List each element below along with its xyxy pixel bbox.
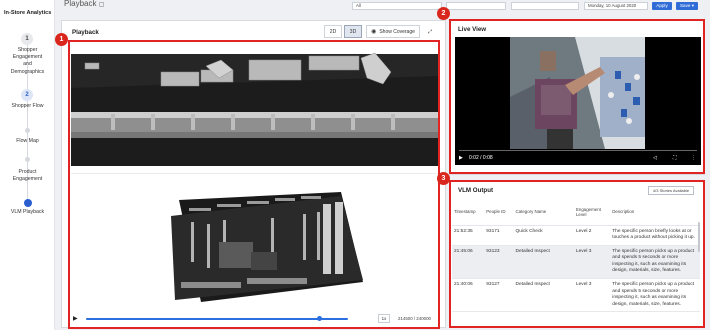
- mute-icon[interactable]: ◁: [653, 155, 657, 161]
- annotation-badge-2: 2: [437, 7, 450, 20]
- doc-icon: ▢: [98, 2, 105, 8]
- step-label-line: Flow Map: [16, 138, 39, 144]
- cell-people-id: 93127: [484, 278, 514, 313]
- eye-icon: ◉: [371, 29, 377, 35]
- live-view-title: Live View: [458, 26, 487, 33]
- save-button[interactable]: Save ▾: [676, 2, 698, 10]
- cell-description: The specific person picks up a product a…: [610, 278, 700, 313]
- column-header[interactable]: Timestamp: [452, 200, 485, 226]
- step-1-circle[interactable]: 1: [21, 33, 33, 45]
- sidebar: In-Store Analytics 1 Shopper Engagement …: [0, 0, 55, 330]
- store-3d-render-top: [71, 48, 438, 166]
- cell-category: Detailed Inspect: [513, 278, 574, 313]
- annotation-badge-3: 3: [437, 172, 450, 185]
- cell-description: The specific person picks up a product a…: [610, 245, 700, 280]
- page-title: Playback ▢: [64, 0, 104, 8]
- show-coverage-button[interactable]: ◉ Show Coverage: [366, 25, 420, 38]
- cell-category: Detailed Inspect: [513, 245, 574, 280]
- table-header-row: Timestamp People ID Category Name Engage…: [452, 200, 700, 226]
- playback-progress-track[interactable]: [86, 318, 348, 320]
- sidebar-item-flow-map[interactable]: Flow Map: [0, 138, 55, 145]
- vlm-output-title: VLM Output: [458, 187, 494, 194]
- view-divider: [71, 173, 438, 174]
- app-brand: In-Store Analytics: [4, 10, 52, 16]
- table-row[interactable]: 21:45:06 93123 Detailed Inspect Level 3 …: [452, 245, 700, 280]
- playback-time: 214500 / 240000: [398, 316, 431, 321]
- cell-category: Quick Check: [513, 225, 574, 246]
- step-label-line: Shopper Flow: [11, 103, 44, 109]
- page-title-text: Playback: [64, 0, 97, 8]
- filter-select-3[interactable]: [511, 2, 579, 10]
- view-2d-button[interactable]: 2D: [324, 25, 342, 38]
- top-filter-bar: Playback ▢ All Monday, 10 August 2020 Ap…: [56, 0, 710, 14]
- video-progress-track[interactable]: [459, 150, 697, 151]
- step-label-line: Engagement: [12, 176, 43, 183]
- column-header[interactable]: Engagement Level: [573, 200, 611, 226]
- step-label-line: and: [23, 61, 32, 68]
- fullscreen-icon[interactable]: ⤢: [424, 25, 436, 38]
- step-label-line: Shopper: [17, 47, 38, 53]
- fullscreen-icon[interactable]: ⛶: [673, 155, 677, 161]
- step-label-line: VLM Playback: [10, 209, 45, 215]
- cell-people-id: 93171: [484, 225, 514, 246]
- column-header[interactable]: People ID: [484, 200, 514, 226]
- stories-available-button[interactable]: 4/3 Stories Available: [648, 186, 694, 195]
- sidebar-item-vlm-playback[interactable]: VLM Playback: [0, 209, 55, 216]
- step-active-dot: [24, 199, 32, 207]
- cell-level: Level 2: [573, 225, 611, 246]
- video-time: 0:02 / 0:08: [469, 155, 493, 161]
- cell-timestamp: 21:52:35: [452, 225, 485, 246]
- video-controls: ▶ 0:02 / 0:08 ◁ ⛶ ⋮: [455, 149, 701, 165]
- date-picker[interactable]: Monday, 10 August 2020: [584, 2, 648, 10]
- step-dot: [25, 157, 30, 162]
- cell-timestamp: 21:45:06: [452, 245, 485, 280]
- save-label: Save: [679, 3, 691, 8]
- more-icon[interactable]: ⋮: [691, 155, 696, 161]
- store-3d-render-bottom: [71, 182, 438, 310]
- step-2-circle[interactable]: 2: [21, 89, 33, 101]
- step-label-line: Engagement: [12, 54, 43, 61]
- cell-level: Level 3: [573, 245, 611, 280]
- step-label-line: Demographics: [10, 68, 45, 75]
- 3d-view-bottom[interactable]: [71, 182, 438, 310]
- show-coverage-label: Show Coverage: [379, 28, 415, 35]
- table-row[interactable]: 21:52:35 93171 Quick Check Level 2 The s…: [452, 225, 700, 246]
- 3d-view-top[interactable]: [71, 48, 438, 166]
- play-icon[interactable]: ▶: [459, 155, 463, 161]
- view-3d-button[interactable]: 3D: [344, 25, 362, 38]
- cell-description: The specific person briefly looks at or …: [610, 225, 700, 246]
- step-label-line: Product: [18, 169, 37, 175]
- step-dot: [25, 128, 30, 133]
- video-frame: [455, 37, 701, 165]
- cell-level: Level 3: [573, 278, 611, 313]
- column-header[interactable]: Category Name: [513, 200, 574, 226]
- apply-button[interactable]: Apply: [652, 2, 672, 10]
- column-header[interactable]: Description: [610, 200, 700, 226]
- filter-select-2[interactable]: [446, 2, 506, 10]
- play-icon[interactable]: ▶: [73, 315, 78, 322]
- sidebar-item-shopper-engagement[interactable]: Shopper Engagement and Demographics: [0, 47, 55, 76]
- playback-title: Playback: [72, 29, 99, 36]
- live-video-player[interactable]: ▶ 0:02 / 0:08 ◁ ⛶ ⋮: [455, 37, 701, 165]
- vlm-table: Timestamp People ID Category Name Engage…: [452, 200, 700, 313]
- playback-control-bar: ▶ 1x 214500 / 240000: [70, 313, 438, 325]
- playback-progress-handle[interactable]: [317, 316, 323, 321]
- cell-timestamp: 21:40:06: [452, 278, 485, 313]
- playback-speed-button[interactable]: 1x: [378, 314, 390, 323]
- filter-select-1[interactable]: All: [352, 2, 442, 10]
- sidebar-item-product-engagement[interactable]: Product Engagement: [0, 169, 55, 183]
- sidebar-item-shopper-flow[interactable]: Shopper Flow: [0, 103, 55, 110]
- table-row[interactable]: 21:40:06 93127 Detailed Inspect Level 3 …: [452, 278, 700, 313]
- table-scrollbar[interactable]: [698, 222, 700, 252]
- cell-people-id: 93123: [484, 245, 514, 280]
- annotation-badge-1: 1: [55, 33, 68, 46]
- vlm-table-viewport[interactable]: Timestamp People ID Category Name Engage…: [450, 200, 700, 326]
